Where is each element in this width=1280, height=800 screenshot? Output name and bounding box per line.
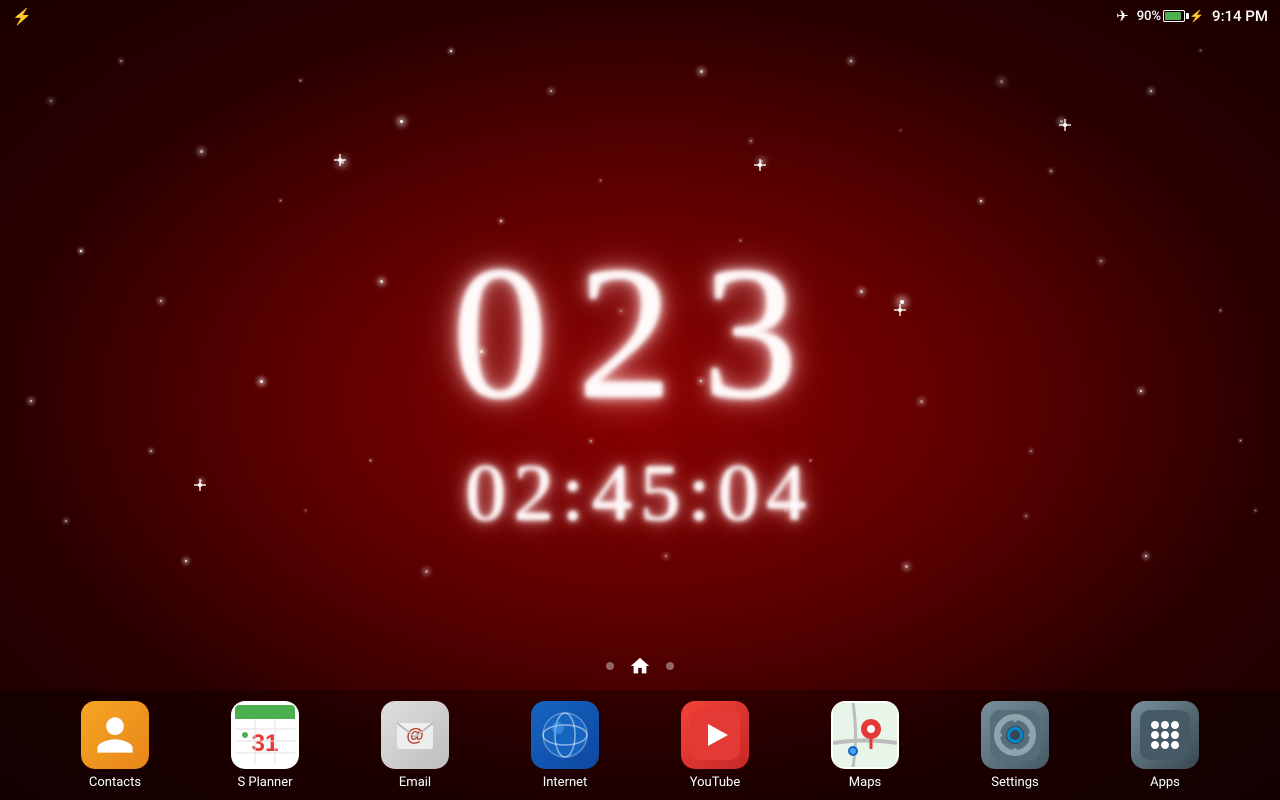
day-number: 023: [453, 230, 828, 439]
dock-item-settings[interactable]: Settings: [965, 701, 1065, 790]
dock-item-internet[interactable]: Internet: [515, 701, 615, 790]
status-bar: ⚡ ✈ 90% ⚡ 9:14 PM: [0, 0, 1280, 32]
apps-icon: [1131, 701, 1199, 769]
email-icon: @: [381, 701, 449, 769]
page-dot-1[interactable]: [606, 662, 614, 670]
contacts-label: Contacts: [89, 775, 141, 790]
dock-item-apps[interactable]: Apps: [1115, 701, 1215, 790]
dock-item-splanner[interactable]: 31 S Planner: [215, 701, 315, 790]
email-label: Email: [399, 775, 431, 790]
dock: Contacts 31 S Planner: [0, 690, 1280, 800]
usb-icon: ⚡: [12, 7, 32, 26]
battery-percent: 90%: [1137, 9, 1161, 24]
maps-label: Maps: [849, 775, 881, 790]
dock-item-contacts[interactable]: Contacts: [65, 701, 165, 790]
status-right: ✈ 90% ⚡ 9:14 PM: [1116, 7, 1268, 25]
page-dots: [606, 652, 674, 680]
battery-indicator: 90% ⚡: [1137, 9, 1204, 24]
settings-label: Settings: [991, 775, 1038, 790]
splanner-icon: 31: [231, 701, 299, 769]
internet-label: Internet: [543, 775, 588, 790]
airplane-icon: ✈: [1116, 7, 1129, 25]
time-display: 02:45:04: [453, 449, 828, 540]
contacts-icon: [81, 701, 149, 769]
splanner-label: S Planner: [237, 775, 292, 790]
status-left: ⚡: [12, 7, 32, 26]
apps-label: Apps: [1150, 775, 1180, 790]
dock-item-email[interactable]: @ Email: [365, 701, 465, 790]
dock-item-maps[interactable]: Maps: [815, 701, 915, 790]
svg-text:@: @: [406, 725, 424, 745]
youtube-icon: [681, 701, 749, 769]
page-dot-2[interactable]: [666, 662, 674, 670]
charging-icon: ⚡: [1189, 9, 1204, 23]
maps-icon: [831, 701, 899, 769]
dock-item-youtube[interactable]: YouTube: [665, 701, 765, 790]
battery-fill: [1165, 12, 1181, 20]
home-button[interactable]: [626, 652, 654, 680]
settings-icon: [981, 701, 1049, 769]
youtube-label: YouTube: [690, 775, 741, 790]
battery-bar: [1163, 10, 1185, 22]
clock-area: 023 02:45:04: [453, 230, 828, 540]
internet-icon: [531, 701, 599, 769]
current-time: 9:14 PM: [1212, 7, 1268, 25]
